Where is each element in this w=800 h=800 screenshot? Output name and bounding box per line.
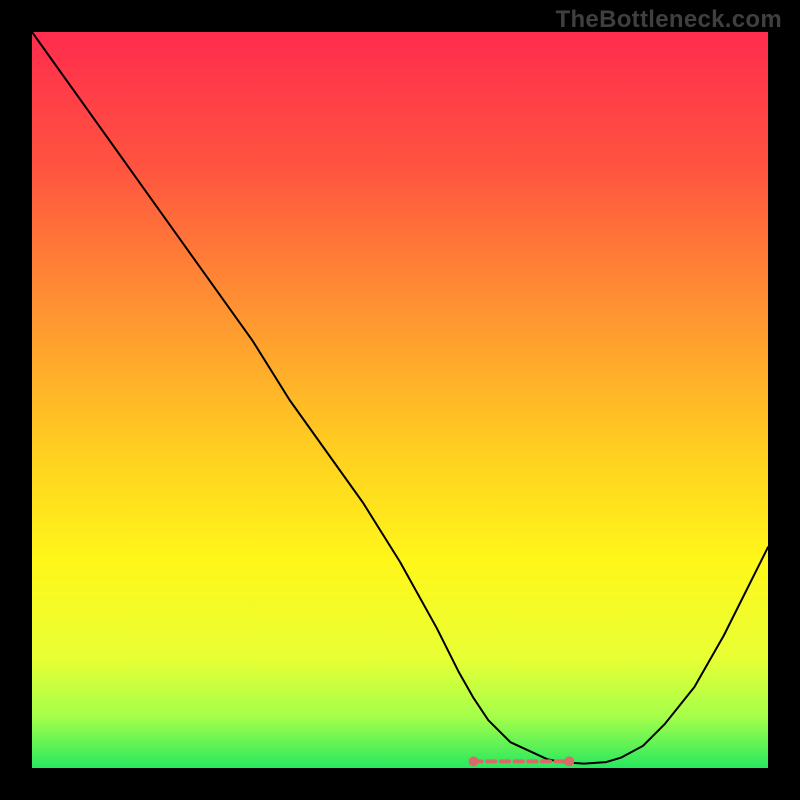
watermark-text: TheBottleneck.com [556,6,782,34]
plot-background [32,32,768,768]
bottleneck-chart [0,0,800,800]
